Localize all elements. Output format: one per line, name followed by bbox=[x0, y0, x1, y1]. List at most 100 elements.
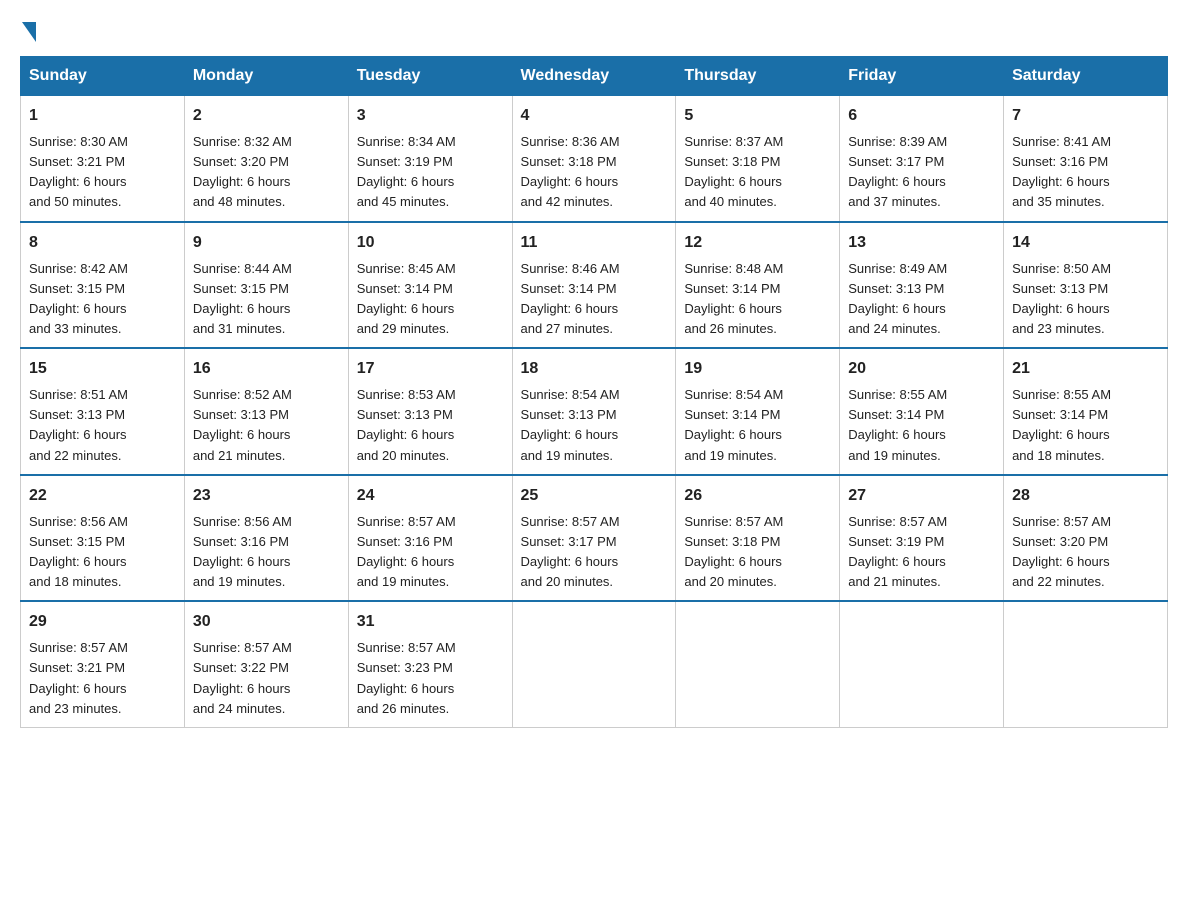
day-info: Sunrise: 8:57 AMSunset: 3:21 PMDaylight:… bbox=[29, 638, 176, 719]
day-info: Sunrise: 8:53 AMSunset: 3:13 PMDaylight:… bbox=[357, 385, 504, 466]
page-header bbox=[20, 20, 1168, 36]
calendar-cell: 10 Sunrise: 8:45 AMSunset: 3:14 PMDayligh… bbox=[348, 222, 512, 349]
calendar-week-row: 22Sunrise: 8:56 AMSunset: 3:15 PMDayligh… bbox=[21, 475, 1168, 602]
day-info: Sunrise: 8:51 AMSunset: 3:13 PMDaylight:… bbox=[29, 385, 176, 466]
day-number: 18 bbox=[521, 357, 668, 381]
calendar-cell: 30Sunrise: 8:57 AMSunset: 3:22 PMDayligh… bbox=[184, 601, 348, 727]
column-header-monday: Monday bbox=[184, 57, 348, 96]
day-info: Sunrise: 8:52 AMSunset: 3:13 PMDaylight:… bbox=[193, 385, 340, 466]
day-number: 10 bbox=[357, 231, 504, 255]
calendar-cell: 12 Sunrise: 8:48 AMSunset: 3:14 PMDayligh… bbox=[676, 222, 840, 349]
day-info: Sunrise: 8:42 AMSunset: 3:15 PMDaylight:… bbox=[29, 259, 176, 340]
calendar-cell: 3 Sunrise: 8:34 AMSunset: 3:19 PMDaylight… bbox=[348, 96, 512, 222]
day-number: 27 bbox=[848, 484, 995, 508]
calendar-cell: 27 Sunrise: 8:57 AMSunset: 3:19 PMDayligh… bbox=[840, 475, 1004, 602]
calendar-cell: 11Sunrise: 8:46 AMSunset: 3:14 PMDayligh… bbox=[512, 222, 676, 349]
calendar-week-row: 29 Sunrise: 8:57 AMSunset: 3:21 PMDayligh… bbox=[21, 601, 1168, 727]
column-header-tuesday: Tuesday bbox=[348, 57, 512, 96]
day-number: 28 bbox=[1012, 484, 1159, 508]
calendar-cell: 15 Sunrise: 8:51 AMSunset: 3:13 PMDayligh… bbox=[21, 348, 185, 475]
column-header-sunday: Sunday bbox=[21, 57, 185, 96]
logo bbox=[20, 20, 36, 36]
calendar-cell: 28 Sunrise: 8:57 AMSunset: 3:20 PMDayligh… bbox=[1004, 475, 1168, 602]
day-info: Sunrise: 8:56 AMSunset: 3:16 PMDaylight:… bbox=[193, 512, 340, 593]
calendar-cell: 4 Sunrise: 8:36 AMSunset: 3:18 PMDaylight… bbox=[512, 96, 676, 222]
day-number: 29 bbox=[29, 610, 176, 634]
calendar-table: SundayMondayTuesdayWednesdayThursdayFrid… bbox=[20, 56, 1168, 728]
column-header-saturday: Saturday bbox=[1004, 57, 1168, 96]
day-info: Sunrise: 8:49 AMSunset: 3:13 PMDaylight:… bbox=[848, 259, 995, 340]
day-info: Sunrise: 8:36 AMSunset: 3:18 PMDaylight:… bbox=[521, 132, 668, 213]
calendar-week-row: 15 Sunrise: 8:51 AMSunset: 3:13 PMDayligh… bbox=[21, 348, 1168, 475]
day-number: 2 bbox=[193, 104, 340, 128]
calendar-cell: 6 Sunrise: 8:39 AMSunset: 3:17 PMDaylight… bbox=[840, 96, 1004, 222]
calendar-cell bbox=[512, 601, 676, 727]
day-number: 23 bbox=[193, 484, 340, 508]
calendar-header-row: SundayMondayTuesdayWednesdayThursdayFrid… bbox=[21, 57, 1168, 96]
calendar-cell: 16 Sunrise: 8:52 AMSunset: 3:13 PMDayligh… bbox=[184, 348, 348, 475]
day-info: Sunrise: 8:57 AMSunset: 3:23 PMDaylight:… bbox=[357, 638, 504, 719]
calendar-cell: 21 Sunrise: 8:55 AMSunset: 3:14 PMDayligh… bbox=[1004, 348, 1168, 475]
day-info: Sunrise: 8:34 AMSunset: 3:19 PMDaylight:… bbox=[357, 132, 504, 213]
day-info: Sunrise: 8:39 AMSunset: 3:17 PMDaylight:… bbox=[848, 132, 995, 213]
day-number: 15 bbox=[29, 357, 176, 381]
day-info: Sunrise: 8:55 AMSunset: 3:14 PMDaylight:… bbox=[848, 385, 995, 466]
day-number: 6 bbox=[848, 104, 995, 128]
calendar-cell: 13 Sunrise: 8:49 AMSunset: 3:13 PMDayligh… bbox=[840, 222, 1004, 349]
calendar-cell: 5Sunrise: 8:37 AMSunset: 3:18 PMDaylight… bbox=[676, 96, 840, 222]
day-number: 13 bbox=[848, 231, 995, 255]
day-number: 14 bbox=[1012, 231, 1159, 255]
day-number: 16 bbox=[193, 357, 340, 381]
day-number: 20 bbox=[848, 357, 995, 381]
day-info: Sunrise: 8:57 AMSunset: 3:17 PMDaylight:… bbox=[521, 512, 668, 593]
calendar-cell: 14 Sunrise: 8:50 AMSunset: 3:13 PMDayligh… bbox=[1004, 222, 1168, 349]
calendar-cell bbox=[1004, 601, 1168, 727]
calendar-cell bbox=[676, 601, 840, 727]
day-info: Sunrise: 8:57 AMSunset: 3:16 PMDaylight:… bbox=[357, 512, 504, 593]
column-header-thursday: Thursday bbox=[676, 57, 840, 96]
calendar-cell: 19Sunrise: 8:54 AMSunset: 3:14 PMDayligh… bbox=[676, 348, 840, 475]
day-number: 17 bbox=[357, 357, 504, 381]
day-number: 4 bbox=[521, 104, 668, 128]
day-number: 3 bbox=[357, 104, 504, 128]
day-info: Sunrise: 8:30 AMSunset: 3:21 PMDaylight:… bbox=[29, 132, 176, 213]
calendar-week-row: 1 Sunrise: 8:30 AMSunset: 3:21 PMDaylight… bbox=[21, 96, 1168, 222]
day-number: 21 bbox=[1012, 357, 1159, 381]
day-info: Sunrise: 8:48 AMSunset: 3:14 PMDaylight:… bbox=[684, 259, 831, 340]
calendar-cell: 7Sunrise: 8:41 AMSunset: 3:16 PMDaylight… bbox=[1004, 96, 1168, 222]
column-header-wednesday: Wednesday bbox=[512, 57, 676, 96]
calendar-cell: 2Sunrise: 8:32 AMSunset: 3:20 PMDaylight… bbox=[184, 96, 348, 222]
calendar-cell: 8Sunrise: 8:42 AMSunset: 3:15 PMDaylight… bbox=[21, 222, 185, 349]
day-number: 12 bbox=[684, 231, 831, 255]
day-info: Sunrise: 8:44 AMSunset: 3:15 PMDaylight:… bbox=[193, 259, 340, 340]
calendar-cell: 18 Sunrise: 8:54 AMSunset: 3:13 PMDayligh… bbox=[512, 348, 676, 475]
calendar-cell: 20 Sunrise: 8:55 AMSunset: 3:14 PMDayligh… bbox=[840, 348, 1004, 475]
day-number: 26 bbox=[684, 484, 831, 508]
calendar-cell: 9Sunrise: 8:44 AMSunset: 3:15 PMDaylight… bbox=[184, 222, 348, 349]
day-number: 11 bbox=[521, 231, 668, 255]
day-info: Sunrise: 8:56 AMSunset: 3:15 PMDaylight:… bbox=[29, 512, 176, 593]
logo-triangle-icon bbox=[22, 22, 36, 42]
calendar-cell: 31 Sunrise: 8:57 AMSunset: 3:23 PMDayligh… bbox=[348, 601, 512, 727]
calendar-cell bbox=[840, 601, 1004, 727]
day-number: 7 bbox=[1012, 104, 1159, 128]
day-info: Sunrise: 8:54 AMSunset: 3:14 PMDaylight:… bbox=[684, 385, 831, 466]
day-info: Sunrise: 8:57 AMSunset: 3:20 PMDaylight:… bbox=[1012, 512, 1159, 593]
day-number: 1 bbox=[29, 104, 176, 128]
calendar-week-row: 8Sunrise: 8:42 AMSunset: 3:15 PMDaylight… bbox=[21, 222, 1168, 349]
day-number: 25 bbox=[521, 484, 668, 508]
column-header-friday: Friday bbox=[840, 57, 1004, 96]
day-info: Sunrise: 8:45 AMSunset: 3:14 PMDaylight:… bbox=[357, 259, 504, 340]
calendar-cell: 25 Sunrise: 8:57 AMSunset: 3:17 PMDayligh… bbox=[512, 475, 676, 602]
day-number: 24 bbox=[357, 484, 504, 508]
calendar-cell: 1 Sunrise: 8:30 AMSunset: 3:21 PMDaylight… bbox=[21, 96, 185, 222]
day-info: Sunrise: 8:37 AMSunset: 3:18 PMDaylight:… bbox=[684, 132, 831, 213]
calendar-cell: 26Sunrise: 8:57 AMSunset: 3:18 PMDayligh… bbox=[676, 475, 840, 602]
calendar-cell: 17 Sunrise: 8:53 AMSunset: 3:13 PMDayligh… bbox=[348, 348, 512, 475]
day-info: Sunrise: 8:55 AMSunset: 3:14 PMDaylight:… bbox=[1012, 385, 1159, 466]
day-info: Sunrise: 8:50 AMSunset: 3:13 PMDaylight:… bbox=[1012, 259, 1159, 340]
day-info: Sunrise: 8:57 AMSunset: 3:19 PMDaylight:… bbox=[848, 512, 995, 593]
day-number: 30 bbox=[193, 610, 340, 634]
day-number: 31 bbox=[357, 610, 504, 634]
day-info: Sunrise: 8:54 AMSunset: 3:13 PMDaylight:… bbox=[521, 385, 668, 466]
